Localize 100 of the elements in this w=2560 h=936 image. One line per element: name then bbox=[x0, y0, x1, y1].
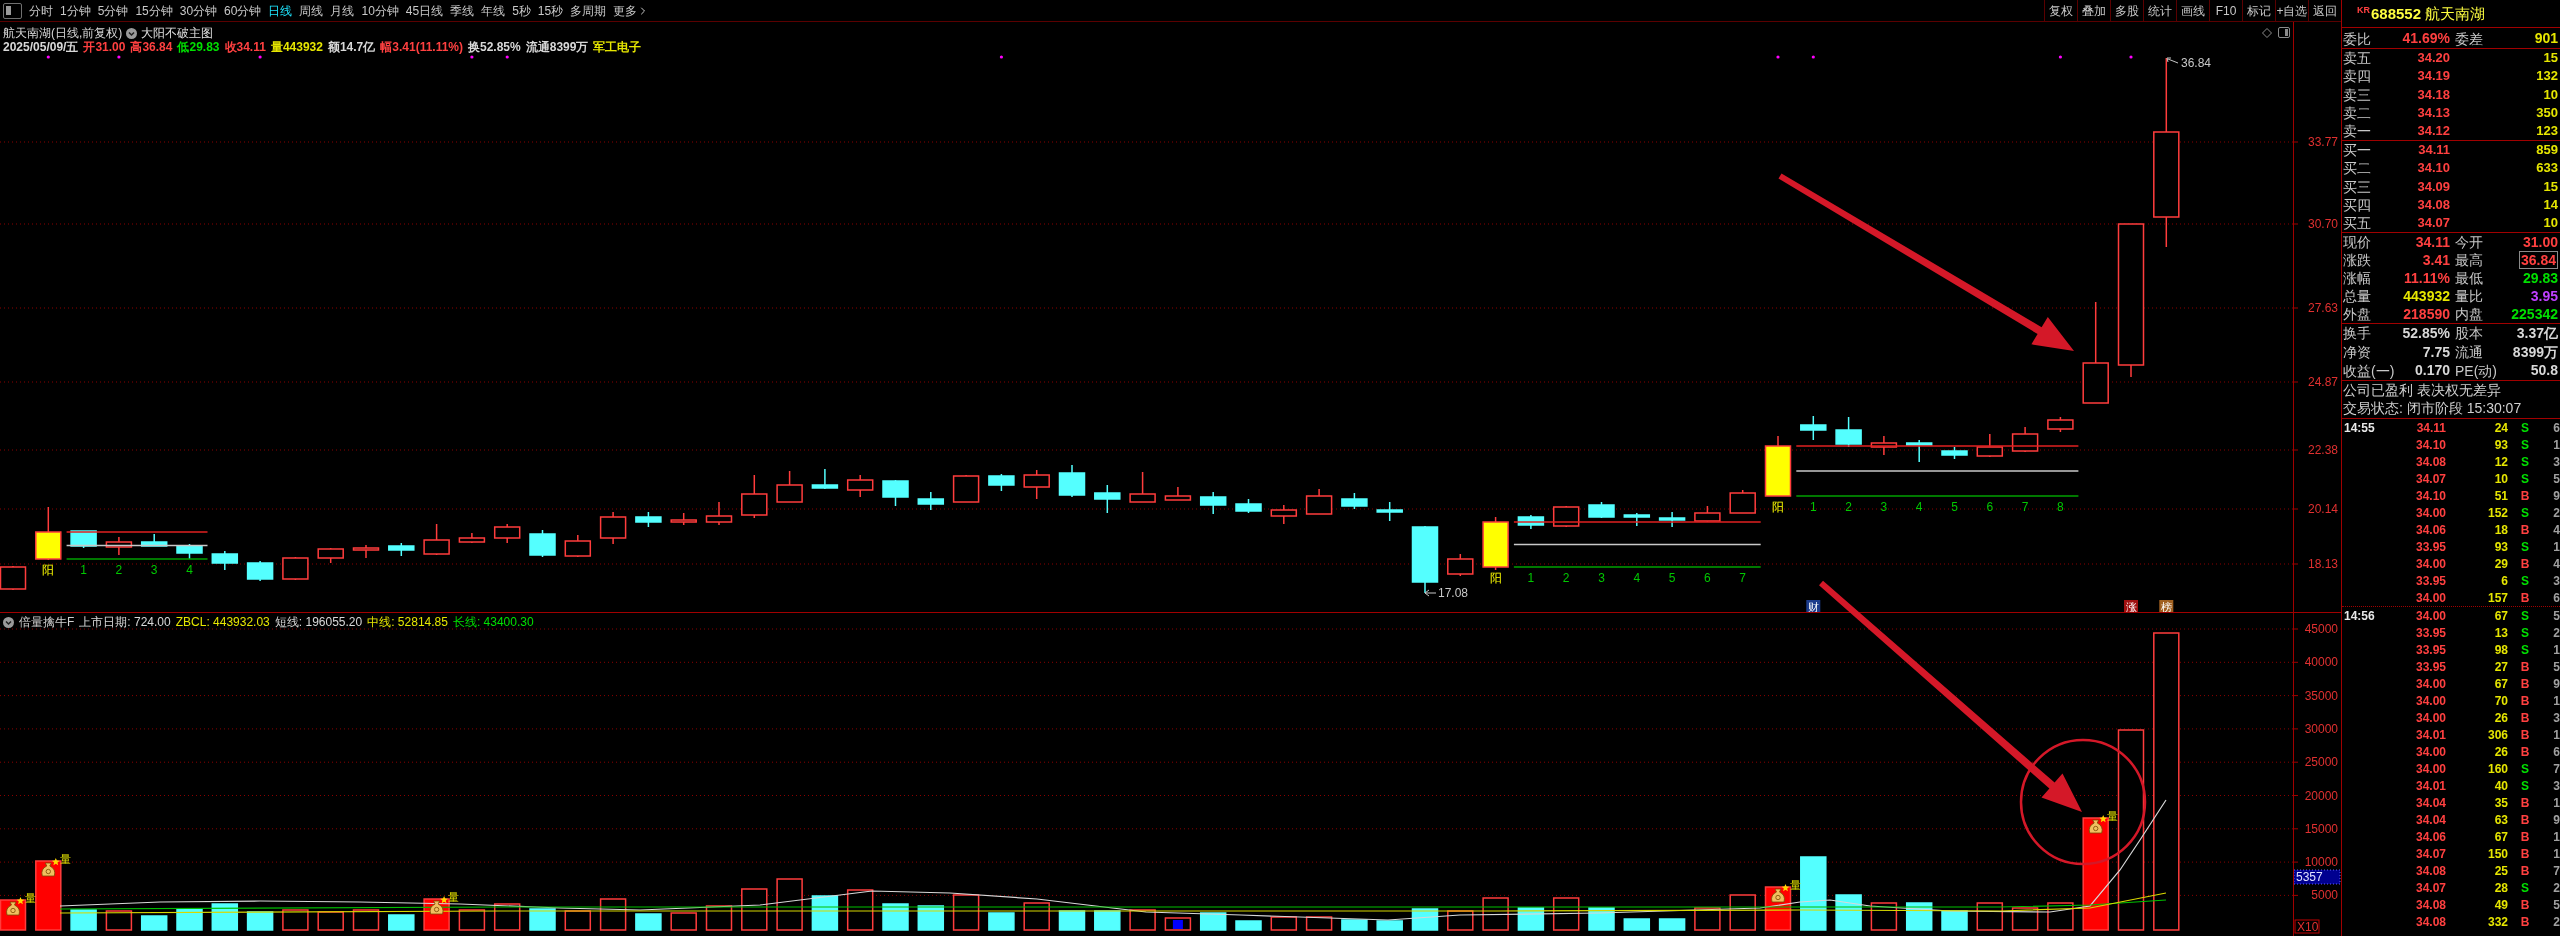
volume-bar bbox=[1658, 918, 1686, 931]
period-tab[interactable]: 日线 bbox=[268, 0, 293, 21]
scale-tag[interactable]: X10 bbox=[2294, 919, 2320, 934]
more-menu-button[interactable]: 更多 bbox=[613, 0, 650, 21]
order-price: 34.18 bbox=[2417, 86, 2450, 103]
period-tab[interactable]: 多周期 bbox=[570, 0, 607, 21]
trade-price: 34.06 bbox=[2414, 829, 2446, 844]
quote-field: 量443932 bbox=[270, 40, 323, 54]
candlestick bbox=[282, 556, 309, 581]
panel-toggle-icon[interactable] bbox=[2278, 27, 2290, 38]
trade-side: S bbox=[2520, 454, 2530, 469]
money-bag-icon bbox=[6, 901, 20, 916]
period-tab[interactable]: 1分钟 bbox=[60, 0, 91, 21]
volume-axis-label: 35000 bbox=[2304, 688, 2338, 703]
day-count-label: 4 bbox=[186, 563, 193, 577]
toolbar-button[interactable]: 统计 bbox=[2143, 0, 2176, 21]
toolbar-button[interactable]: +自选 bbox=[2275, 0, 2308, 21]
trade-volume: 51 bbox=[2493, 488, 2509, 503]
trade-volume: 67 bbox=[2493, 829, 2509, 844]
period-tab[interactable]: 10分钟 bbox=[361, 0, 399, 21]
candlestick bbox=[176, 543, 203, 560]
candlestick bbox=[705, 501, 733, 526]
trade-volume: 160 bbox=[2486, 761, 2509, 776]
star-icon bbox=[16, 897, 25, 905]
event-tag[interactable]: 榜 bbox=[2159, 600, 2174, 612]
order-volume: 123 bbox=[2536, 122, 2558, 139]
candlestick bbox=[1658, 511, 1686, 528]
trade-price: 34.10 bbox=[2414, 437, 2446, 452]
period-tab[interactable]: 分时 bbox=[29, 0, 53, 21]
quote-value: 3.95 bbox=[2530, 287, 2558, 305]
indicator-value: ZBCL: 443932.03 bbox=[175, 615, 270, 629]
toolbar-button[interactable]: 复权 bbox=[2044, 0, 2077, 21]
trade-side: B bbox=[2519, 676, 2531, 691]
volume-axis-label: 20000 bbox=[2304, 788, 2338, 803]
volume-bar bbox=[670, 912, 697, 931]
trade-price: 34.08 bbox=[2414, 863, 2446, 878]
trade-cell: 4 bbox=[2553, 556, 2560, 571]
panel-toggle-icon[interactable] bbox=[3, 2, 22, 19]
volume-bar bbox=[35, 860, 62, 931]
toolbar-button[interactable]: F10 bbox=[2209, 0, 2242, 21]
trade-side: B bbox=[2519, 812, 2531, 827]
order-volume: 14 bbox=[2543, 196, 2558, 213]
period-tab[interactable]: 15秒 bbox=[537, 0, 564, 21]
period-tab[interactable]: 周线 bbox=[299, 0, 324, 21]
trade-cell: 1 bbox=[2553, 539, 2560, 554]
event-tag[interactable]: 涨 bbox=[2124, 600, 2138, 612]
trade-price: 33.95 bbox=[2414, 573, 2446, 588]
period-tab[interactable]: 45日线 bbox=[405, 0, 444, 21]
money-bag-icon bbox=[2088, 819, 2103, 834]
trade-side: B bbox=[2519, 795, 2531, 810]
marker-dot-icon bbox=[1811, 55, 1815, 59]
candlestick bbox=[1270, 504, 1298, 525]
period-tab[interactable]: 月线 bbox=[330, 0, 355, 21]
toolbar-button[interactable]: 叠加 bbox=[2077, 0, 2110, 21]
period-tab[interactable]: 30分钟 bbox=[179, 0, 218, 21]
period-tab[interactable]: 年线 bbox=[481, 0, 506, 21]
quote-field: 流通8399万 bbox=[525, 40, 589, 54]
price-axis-label: 22.38 bbox=[2307, 443, 2338, 457]
trade-price: 34.08 bbox=[2414, 454, 2446, 469]
trade-cell: 6 bbox=[2553, 420, 2560, 435]
quote-value: 225342 bbox=[2511, 305, 2558, 323]
trade-volume: 63 bbox=[2493, 812, 2509, 827]
low-price-label: 17.08 bbox=[1438, 586, 1469, 600]
chevron-down-icon[interactable] bbox=[126, 28, 138, 39]
volume-bar bbox=[776, 878, 803, 931]
order-price: 34.07 bbox=[2417, 214, 2450, 231]
toolbar-button[interactable]: 多股 bbox=[2110, 0, 2143, 21]
toolbar-button[interactable]: 返回 bbox=[2308, 0, 2341, 21]
quote-label: 现价 bbox=[2342, 234, 2371, 250]
quote-label: 买四 bbox=[2342, 196, 2371, 213]
price-axis-label: 33.77 bbox=[2307, 135, 2338, 149]
order-price: 34.13 bbox=[2417, 104, 2450, 121]
trade-cell: 9 bbox=[2553, 488, 2560, 503]
price-axis-label: 20.14 bbox=[2307, 502, 2338, 516]
period-tab[interactable]: 5分钟 bbox=[97, 0, 129, 21]
quote-label: 买五 bbox=[2342, 214, 2371, 231]
candlestick bbox=[599, 511, 627, 545]
trade-side: B bbox=[2519, 659, 2531, 674]
toolbar-button[interactable]: 画线 bbox=[2176, 0, 2209, 21]
candlestick bbox=[1341, 492, 1368, 510]
square-marker-icon bbox=[1172, 920, 1183, 929]
toolbar-button[interactable]: 标记 bbox=[2242, 0, 2275, 21]
volume-signal-label: 量 bbox=[2107, 810, 2119, 822]
volume-bar bbox=[1623, 918, 1651, 931]
period-tab[interactable]: 季线 bbox=[450, 0, 475, 21]
event-tag[interactable]: 财 bbox=[1806, 600, 1821, 612]
trade-side: B bbox=[2519, 556, 2531, 571]
period-tab[interactable]: 15分钟 bbox=[135, 0, 173, 21]
order-price: 34.11 bbox=[2418, 142, 2450, 159]
trade-price: 34.00 bbox=[2414, 744, 2446, 759]
candlestick bbox=[105, 536, 133, 556]
trade-side: B bbox=[2519, 897, 2531, 912]
period-tab[interactable]: 5秒 bbox=[512, 0, 531, 21]
period-tab[interactable]: 60分钟 bbox=[224, 0, 262, 21]
signal-label: 阳 bbox=[42, 563, 55, 577]
candlestick bbox=[564, 534, 592, 558]
chevron-down-icon[interactable] bbox=[3, 616, 14, 628]
high-price-label: 36.84 bbox=[2181, 56, 2212, 70]
quote-field: 低29.83 bbox=[177, 40, 220, 54]
trade-volume: 150 bbox=[2486, 846, 2509, 861]
